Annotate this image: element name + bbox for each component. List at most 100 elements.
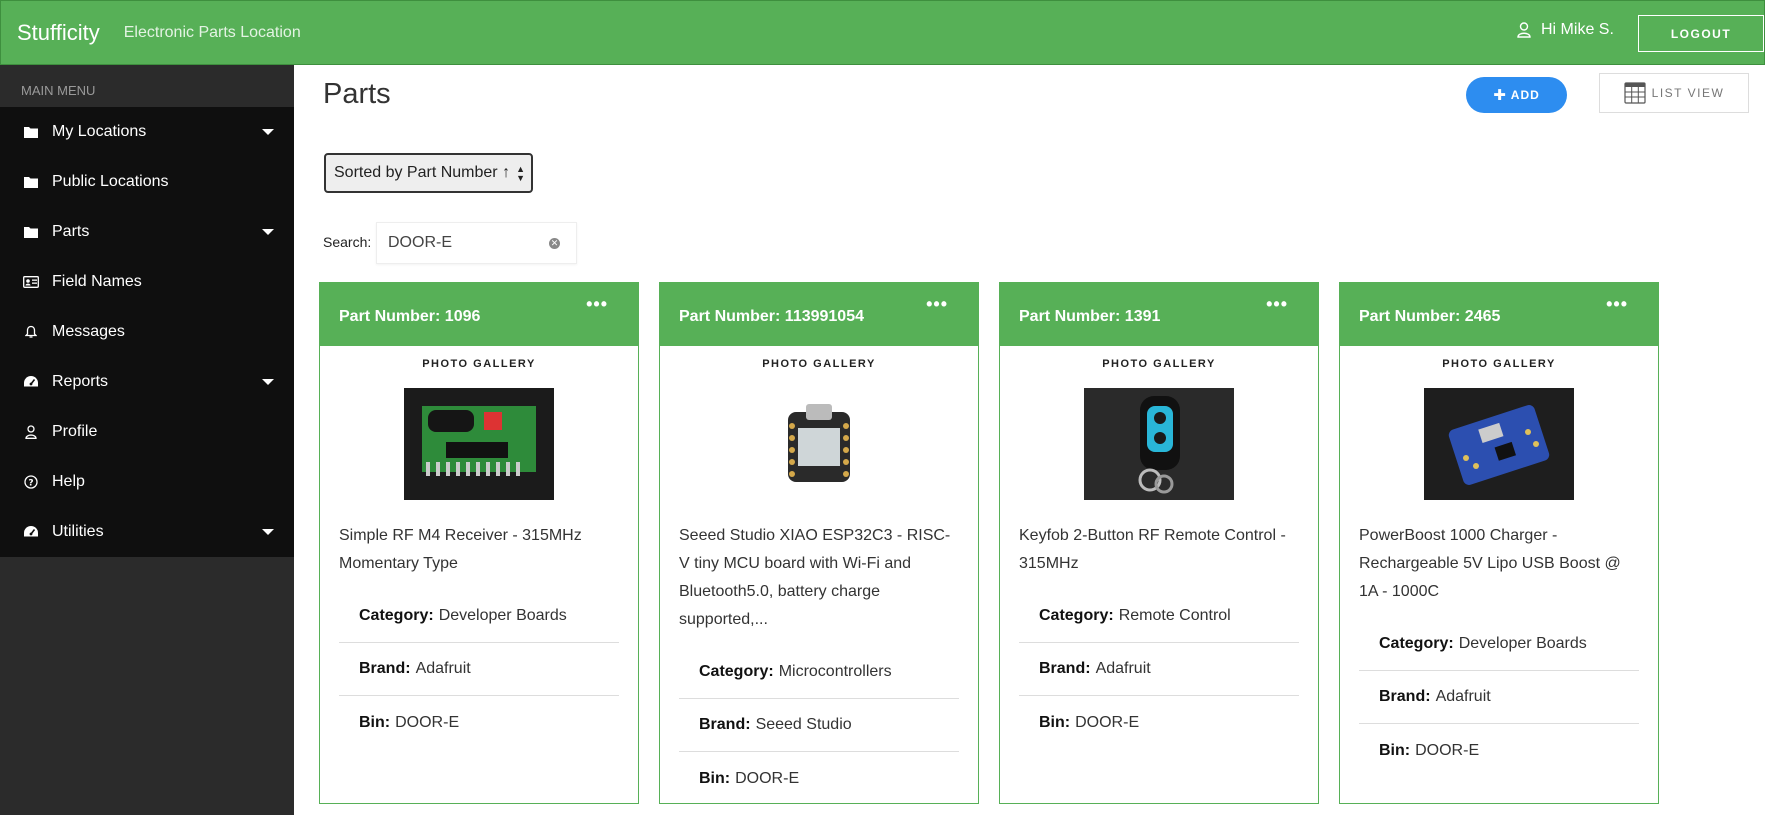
field-value: DOOR-E	[395, 713, 460, 731]
photo-gallery-label[interactable]: PHOTO GALLERY	[1000, 358, 1318, 370]
dashboard-icon	[22, 375, 40, 389]
part-fields: Category: Developer Boards Brand: Adafruit…	[339, 590, 619, 749]
part-number: Part Number: 1391	[1019, 308, 1161, 325]
part-photo[interactable]	[744, 388, 894, 500]
main-content: Parts ✚ ADD LIST VIEW Sorted by Part Num…	[294, 65, 1765, 815]
field-value: DOOR-E	[735, 769, 800, 787]
user-icon	[1517, 22, 1531, 38]
more-options-icon[interactable]: •••	[926, 295, 948, 313]
field-label: Brand:	[1039, 660, 1091, 677]
sidebar-item-field-names[interactable]: Field Names	[0, 257, 294, 307]
sidebar: MAIN MENU My Locations Public Locations …	[0, 65, 294, 815]
sidebar-item-public-locations[interactable]: Public Locations	[0, 157, 294, 207]
folder-icon	[22, 176, 40, 188]
sidebar-item-label: Help	[52, 473, 85, 490]
sort-select-value: Sorted by Part Number ↑	[334, 164, 511, 181]
caret-down-icon	[262, 379, 274, 385]
field-value: Adafruit	[415, 660, 471, 677]
question-circle-icon: ?	[22, 475, 40, 489]
field-brand: Brand: Adafruit	[1019, 643, 1299, 696]
user-greeting[interactable]: Hi Mike S.	[1517, 21, 1614, 39]
sidebar-item-label: Public Locations	[52, 173, 169, 190]
main-menu: My Locations Public Locations Parts Fiel…	[0, 107, 294, 557]
field-bin: Bin: DOOR-E	[1359, 724, 1639, 777]
field-label: Bin:	[699, 769, 731, 787]
user-icon	[22, 425, 40, 439]
field-label: Bin:	[359, 713, 391, 731]
sidebar-item-label: Field Names	[52, 273, 142, 290]
search-input-value: DOOR-E	[388, 234, 452, 251]
field-bin: Bin: DOOR-E	[1019, 696, 1299, 749]
field-label: Category:	[1039, 607, 1114, 624]
part-number: Part Number: 113991054	[679, 308, 864, 325]
photo-gallery-label[interactable]: PHOTO GALLERY	[660, 358, 978, 370]
sort-select[interactable]: Sorted by Part Number ↑ ▲ ▼	[324, 153, 533, 193]
field-label: Brand:	[699, 716, 751, 733]
part-card: Part Number: 1391 ••• PHOTO GALLERY Keyf…	[999, 282, 1319, 804]
sidebar-item-label: Parts	[52, 223, 90, 240]
clear-search-icon[interactable]: ✕	[549, 238, 560, 249]
field-value: Developer Boards	[1458, 635, 1587, 652]
plus-icon: ✚	[1493, 87, 1507, 104]
search-input[interactable]: DOOR-E ✕	[376, 222, 577, 264]
part-description: Keyfob 2-Button RF Remote Control - 315M…	[1019, 527, 1286, 572]
photo-gallery-label[interactable]: PHOTO GALLERY	[320, 358, 638, 370]
sidebar-item-profile[interactable]: Profile	[0, 407, 294, 457]
card-header: Part Number: 113991054 •••	[660, 283, 978, 346]
field-label: Bin:	[1039, 713, 1071, 731]
sidebar-item-reports[interactable]: Reports	[0, 357, 294, 407]
part-fields: Category: Microcontrollers Brand: Seeed St…	[679, 646, 959, 805]
field-value: Microcontrollers	[778, 663, 892, 680]
part-description: Simple RF M4 Receiver - 315MHz Momentary…	[339, 527, 582, 572]
sidebar-item-label: Messages	[52, 323, 125, 340]
list-view-button[interactable]: LIST VIEW	[1599, 73, 1749, 113]
field-label: Category:	[1379, 635, 1454, 652]
id-card-icon	[22, 276, 40, 288]
more-options-icon[interactable]: •••	[1606, 295, 1628, 313]
card-header: Part Number: 1096 •••	[320, 283, 638, 346]
field-label: Brand:	[359, 660, 411, 677]
more-options-icon[interactable]: •••	[1266, 295, 1288, 313]
sidebar-item-utilities[interactable]: Utilities	[0, 507, 294, 557]
search-label: Search:	[323, 234, 372, 250]
field-value: Seeed Studio	[755, 716, 852, 733]
add-button[interactable]: ✚ ADD	[1466, 77, 1567, 113]
field-value: Developer Boards	[438, 607, 567, 624]
field-value: DOOR-E	[1075, 713, 1140, 731]
field-category: Category: Developer Boards	[1359, 618, 1639, 671]
field-label: Category:	[359, 607, 434, 624]
part-number: Part Number: 2465	[1359, 308, 1501, 325]
field-value: Adafruit	[1435, 688, 1491, 705]
sidebar-item-help[interactable]: ? Help	[0, 457, 294, 507]
field-brand: Brand: Adafruit	[1359, 671, 1639, 724]
sidebar-item-label: Reports	[52, 373, 109, 390]
field-value: Adafruit	[1095, 660, 1151, 677]
top-bar: Stufficity Electronic Parts Location Hi …	[0, 0, 1765, 65]
caret-down-icon	[262, 229, 274, 235]
field-label: Category:	[699, 663, 774, 680]
field-brand: Brand: Adafruit	[339, 643, 619, 696]
field-brand: Brand: Seeed Studio	[679, 699, 959, 752]
folder-icon	[22, 226, 40, 238]
bell-icon	[22, 325, 40, 339]
part-photo[interactable]	[1424, 388, 1574, 500]
greeting-text: Hi Mike S.	[1541, 21, 1614, 38]
select-arrows-icon: ▲ ▼	[516, 164, 525, 183]
part-photo[interactable]	[1084, 388, 1234, 500]
folder-icon	[22, 126, 40, 138]
more-options-icon[interactable]: •••	[586, 295, 608, 313]
part-photo[interactable]	[404, 388, 554, 500]
caret-down-icon	[262, 529, 274, 535]
logout-button[interactable]: LOGOUT	[1638, 15, 1764, 52]
field-value: Remote Control	[1118, 607, 1231, 624]
field-label: Bin:	[1379, 741, 1411, 759]
sidebar-item-my-locations[interactable]: My Locations	[0, 107, 294, 157]
sidebar-item-label: Utilities	[52, 523, 104, 540]
card-header: Part Number: 2465 •••	[1340, 283, 1658, 346]
sidebar-item-messages[interactable]: Messages	[0, 307, 294, 357]
sidebar-item-parts[interactable]: Parts	[0, 207, 294, 257]
brand-logo[interactable]: Stufficity	[17, 20, 100, 46]
dashboard-icon	[22, 525, 40, 539]
photo-gallery-label[interactable]: PHOTO GALLERY	[1340, 358, 1658, 370]
part-description: PowerBoost 1000 Charger - Rechargeable 5…	[1359, 527, 1621, 600]
